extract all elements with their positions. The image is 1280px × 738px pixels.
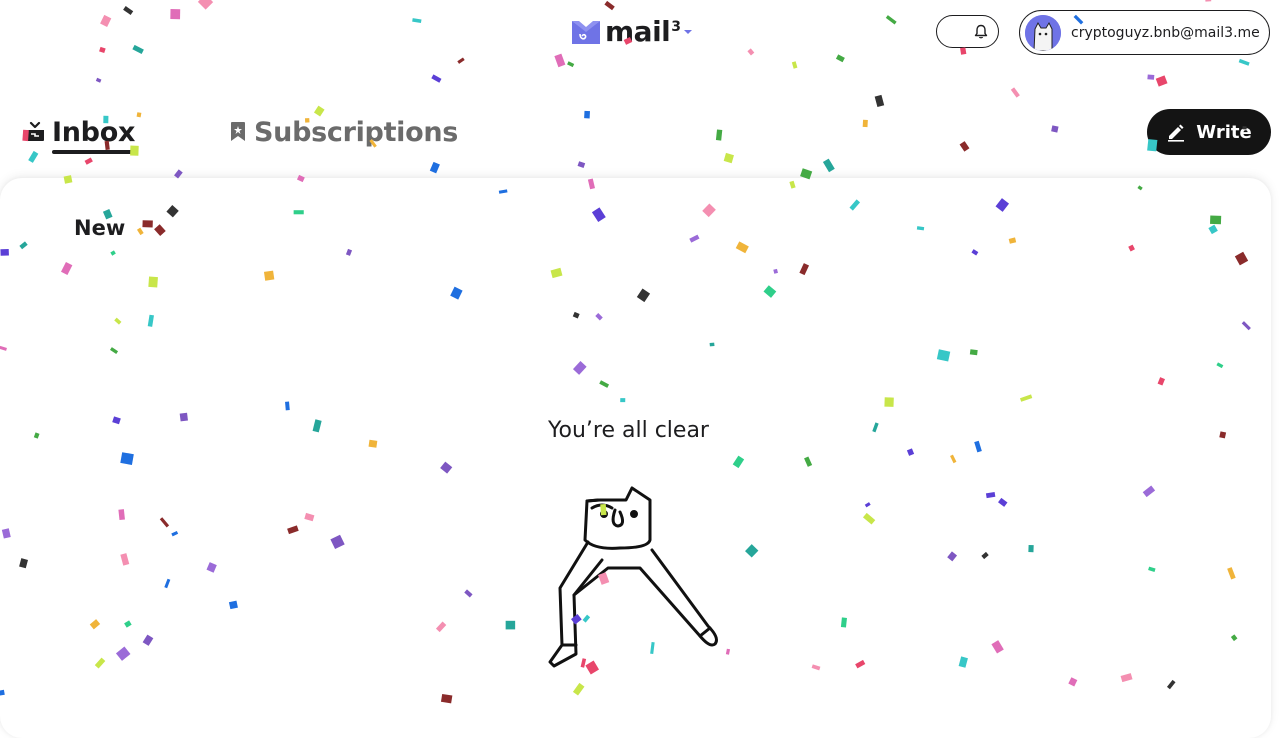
- confetti-piece: [874, 94, 885, 108]
- confetti-piece: [1155, 75, 1168, 87]
- confetti-piece: [715, 129, 723, 141]
- tab-inbox[interactable]: Inbox: [24, 112, 135, 152]
- confetti-piece: [862, 119, 868, 128]
- mail3-logo-icon: [572, 21, 600, 44]
- confetti-piece: [431, 74, 442, 83]
- confetti-piece: [959, 141, 970, 152]
- cat-avatar-icon: [1025, 14, 1061, 51]
- bell-icon: [974, 24, 988, 39]
- tab-inbox-label: Inbox: [52, 116, 136, 148]
- bookmark-icon: [231, 122, 245, 141]
- active-tab-indicator: [52, 150, 133, 154]
- confetti-piece: [84, 157, 93, 165]
- logo-wordmark: mail3: [605, 14, 681, 48]
- confetti-piece: [1010, 87, 1020, 98]
- write-button-label: Write: [1196, 121, 1252, 143]
- mail3-logo[interactable]: mail3: [571, 14, 693, 50]
- confetti-piece: [723, 152, 734, 164]
- tab-subscriptions[interactable]: Subscriptions: [228, 112, 458, 152]
- inbox-icon: [26, 121, 44, 141]
- pencil-icon: [1168, 124, 1185, 142]
- confetti-piece: [136, 112, 142, 118]
- account-email: cryptoguyz.bnb@mail3.me: [1071, 24, 1260, 41]
- account-button[interactable]: cryptoguyz.bnb@mail3.me: [1019, 10, 1270, 55]
- write-button[interactable]: Write: [1147, 109, 1271, 155]
- confetti-piece: [95, 77, 102, 83]
- chevron-down-icon[interactable]: [683, 27, 693, 37]
- confetti-piece: [1051, 125, 1059, 133]
- notification-button[interactable]: [936, 15, 999, 48]
- confetti-piece: [822, 158, 835, 173]
- confetti-piece: [577, 161, 586, 169]
- confetti-piece: [429, 161, 440, 174]
- empty-state-message: You’re all clear: [548, 418, 709, 443]
- confetti-piece: [584, 110, 590, 119]
- top-bar: mail3 cryptoguyz.bnb@mail3.me: [0, 0, 1280, 70]
- confetti-piece: [1147, 74, 1155, 80]
- tab-subscriptions-label: Subscriptions: [254, 116, 459, 148]
- section-title: New: [74, 216, 126, 240]
- confetti-piece: [28, 150, 39, 163]
- dancing-cat-illustration: [548, 486, 718, 668]
